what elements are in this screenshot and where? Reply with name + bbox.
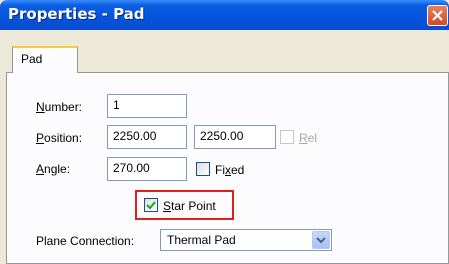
chevron-down-icon: [316, 237, 326, 244]
plane-connection-select[interactable]: Thermal Pad: [160, 229, 332, 251]
number-label: Number:: [36, 100, 83, 114]
tab-pad-label: Pad: [21, 52, 43, 66]
angle-label: Angle:: [36, 162, 71, 176]
star-point-label: Star Point: [163, 199, 216, 213]
plane-connection-label: Plane Connection:: [36, 234, 135, 248]
rel-checkbox[interactable]: [280, 130, 294, 144]
close-icon: [432, 10, 443, 21]
close-button[interactable]: [427, 5, 448, 26]
rel-label: Rel: [299, 131, 318, 145]
properties-dialog: Properties - Pad Pad Number: 1 Position:…: [0, 0, 449, 264]
fixed-checkbox[interactable]: [196, 162, 210, 176]
title-bar[interactable]: Properties - Pad: [0, 0, 449, 30]
star-point-checkbox[interactable]: [144, 198, 158, 212]
angle-input[interactable]: 270.00: [107, 157, 187, 181]
checkmark-icon: [146, 201, 156, 210]
position-label: Position:: [36, 131, 83, 145]
tab-pad[interactable]: Pad: [12, 46, 78, 73]
number-input[interactable]: 1: [107, 94, 187, 118]
position-x-input[interactable]: 2250.00: [107, 125, 187, 149]
position-y-input[interactable]: 2250.00: [194, 125, 276, 149]
fixed-label: Fixed: [215, 163, 245, 177]
plane-connection-value: Thermal Pad: [167, 233, 236, 247]
dropdown-button[interactable]: [312, 231, 330, 249]
window-title: Properties - Pad: [8, 5, 145, 23]
